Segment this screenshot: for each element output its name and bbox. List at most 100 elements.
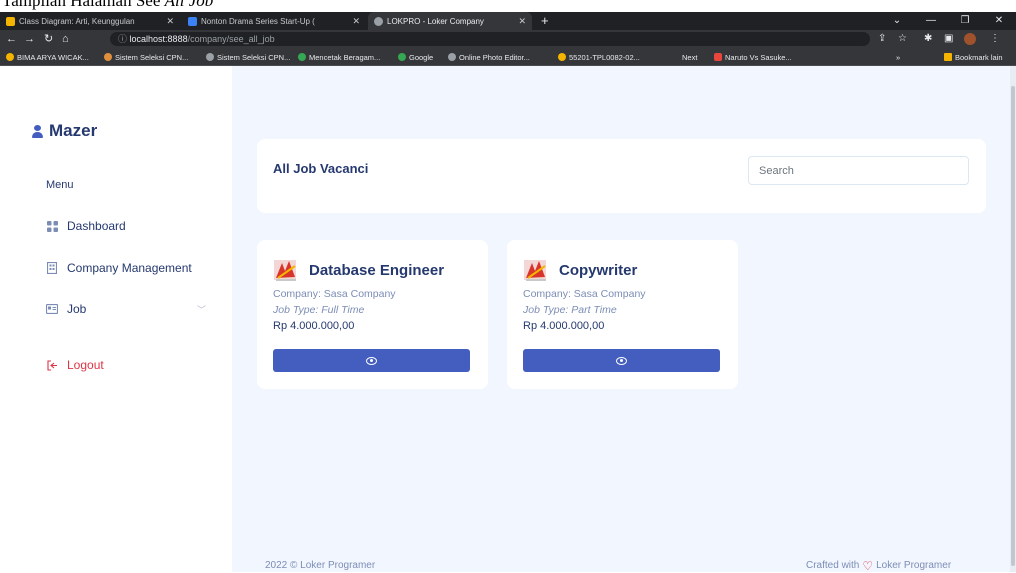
bookmark-favicon-icon [298,53,306,61]
job-card-header: Copywriter [523,257,637,283]
browser-tab-class-diagram[interactable]: Class Diagram: Arti, Keunggulan ✕ [0,12,180,30]
info-icon[interactable]: ⓘ [118,34,127,44]
caption-prefix: Tampilan Halaman See [2,0,165,10]
url-path: /company/see_all_job [187,34,275,44]
footer-credit-link[interactable]: Loker Programer [876,560,951,571]
bookmark-item[interactable]: Naruto Vs Sasuke... [714,48,792,66]
sidepanel-icon[interactable]: ▣ [944,30,953,48]
bookmark-item[interactable]: Mencetak Beragam... [298,48,380,66]
bookmark-favicon-icon [104,53,112,61]
job-card: Database Engineer Company: Sasa Company … [257,240,488,389]
bookmark-favicon-icon [206,53,214,61]
brand-name: Mazer [49,121,98,140]
forward-icon[interactable]: → [24,30,35,48]
profile-avatar[interactable] [964,33,976,45]
company-logo-icon [523,257,549,283]
url-host: localhost:8888 [129,34,188,44]
search-input[interactable] [748,156,969,185]
sidebar-item-label: Company Management [67,261,192,275]
close-tab-icon[interactable]: ✕ [518,16,526,27]
scrollbar-thumb[interactable] [1011,86,1015,566]
bookmark-item[interactable]: Online Photo Editor... [448,48,530,66]
chevron-down-icon[interactable]: ﹀ [197,303,206,316]
browser-tab-drama[interactable]: Nonton Drama Series Start-Up ( ✕ [182,12,366,30]
page-header-card: All Job Vacanci [257,139,986,213]
sidebar: Mazer Menu Dashboard Company Management … [0,66,232,572]
browser-tab-lokpro[interactable]: LOKPRO - Loker Company ✕ [368,12,532,30]
bookmark-favicon-icon [398,53,406,61]
bookmark-favicon-icon [558,53,566,61]
app-content: Mazer Menu Dashboard Company Management … [0,66,1016,572]
sidebar-item-label: Logout [67,358,104,372]
bookmark-item[interactable]: 55201-TPL0082-02... [558,48,640,66]
sidebar-item-label: Dashboard [67,219,126,233]
bookmark-item[interactable]: BIMA ARYA WICAK... [6,48,89,66]
tab-label: Class Diagram: Arti, Keunggulan [19,16,135,26]
footer-credit-prefix: Crafted with [806,560,860,571]
caption-italic: All Job [164,0,214,10]
home-icon[interactable]: ⌂ [62,30,69,48]
view-job-button[interactable] [273,349,470,372]
browser-tab-bar: Class Diagram: Arti, Keunggulan ✕ Nonton… [0,12,1016,30]
browser-menu-icon[interactable]: ⋮ [990,30,1000,48]
sidebar-item-label: Job [67,302,87,316]
new-tab-button[interactable]: + [541,12,549,30]
extensions-icon[interactable]: ✱ [924,30,932,48]
close-tab-icon[interactable]: ✕ [352,16,360,27]
document-caption: Tampilan Halaman See All Job [0,0,1016,12]
bookmark-favicon-icon [448,53,456,61]
tab-label: LOKPRO - Loker Company [387,16,484,26]
bookmark-item[interactable]: Sistem Seleksi CPN... [206,48,290,66]
footer-copyright: 2022 © Loker Programer [265,560,376,571]
share-icon[interactable]: ⇪ [878,30,886,48]
bookmark-favicon-icon [6,53,14,61]
folder-icon [944,53,952,61]
tab-label: Nonton Drama Series Start-Up ( [201,16,315,26]
tab-search-icon[interactable]: ⌄ [880,12,914,30]
user-icon [32,124,43,138]
bookmark-item[interactable]: Next [682,48,697,66]
page-scrollbar[interactable] [1010,66,1016,572]
grid-icon [46,220,58,232]
footer-credit: Crafted with ♡ Loker Programer [806,558,951,573]
window-controls: ⌄ — ❐ ✕ [880,12,1016,30]
browser-toolbar: ← → ↻ ⌂ ⓘ localhost:8888/company/see_all… [0,30,1016,48]
tab-favicon-icon [188,16,197,26]
close-tab-icon[interactable]: ✕ [166,16,174,27]
menu-title: Menu [46,179,74,191]
eye-icon [366,356,377,365]
maximize-icon[interactable]: ❐ [948,12,982,30]
company-logo-icon [273,257,299,283]
bookmark-favicon-icon [714,53,722,61]
job-title: Database Engineer [309,261,445,279]
close-window-icon[interactable]: ✕ [982,12,1016,30]
job-title: Copywriter [559,261,638,279]
heart-icon: ♡ [862,558,874,573]
building-icon [46,262,58,274]
bookmark-item[interactable]: Sistem Seleksi CPN... [104,48,188,66]
view-job-button[interactable] [523,349,720,372]
job-type: Job Type: Part Time [523,304,617,316]
job-card-header: Database Engineer [273,257,444,283]
bookmark-item[interactable]: Google [398,48,433,66]
bookmark-folder[interactable]: Bookmark lain [944,48,1003,66]
sidebar-item-logout[interactable]: Logout [46,358,206,372]
job-company: Company: Sasa Company [523,288,646,300]
sidebar-item-dashboard[interactable]: Dashboard [46,219,206,233]
reload-icon[interactable]: ↻ [44,30,53,48]
address-bar[interactable]: ⓘ localhost:8888/company/see_all_job [110,32,870,46]
logout-icon [46,359,58,371]
tab-favicon-icon [6,16,15,26]
page-title: All Job Vacanci [273,161,369,176]
brand-logo[interactable]: Mazer [32,121,97,141]
job-type: Job Type: Full Time [273,304,365,316]
job-salary: Rp 4.000.000,00 [273,320,355,332]
back-icon[interactable]: ← [6,30,17,48]
star-icon[interactable]: ☆ [898,30,907,48]
sidebar-item-company-management[interactable]: Company Management [46,261,206,275]
minimize-icon[interactable]: — [914,12,948,30]
job-salary: Rp 4.000.000,00 [523,320,605,332]
bookmarks-bar: BIMA ARYA WICAK... Sistem Seleksi CPN...… [0,48,1016,66]
bookmarks-overflow-icon[interactable]: » [896,48,900,66]
sidebar-item-job[interactable]: Job ﹀ [46,302,206,316]
